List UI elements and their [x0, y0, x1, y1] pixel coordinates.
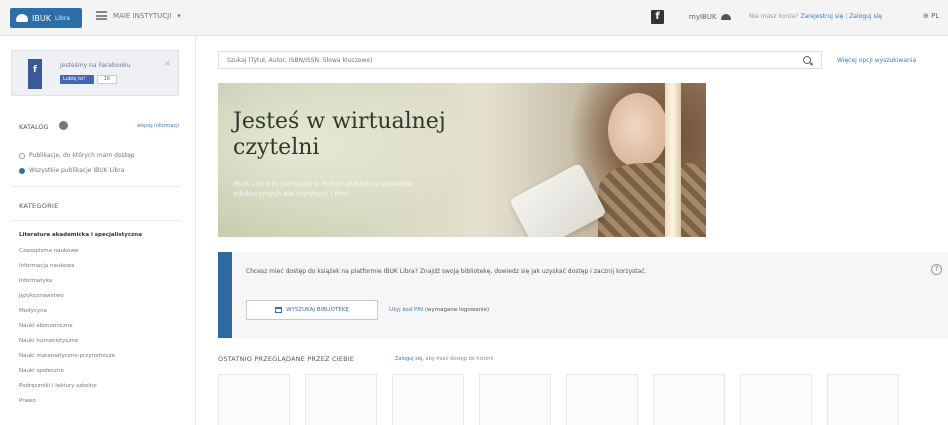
account-links: Nie masz konta? Zarejestruj się | Zalogu… — [749, 13, 882, 20]
category-item[interactable]: Językoznawstwo — [19, 293, 64, 299]
recently-viewed-login-link[interactable]: Zaloguj się, — [395, 356, 424, 362]
language-selector[interactable]: ⊕ PL — [923, 12, 939, 20]
katalog-header: KATALOG więcej informacji — [19, 121, 179, 134]
radio-button[interactable] — [19, 152, 25, 159]
book-placeholder[interactable] — [479, 374, 551, 425]
katalog-heading: KATALOG — [19, 123, 49, 131]
book-placeholder[interactable] — [653, 374, 725, 425]
access-info-message: Chcesz mieć dostęp do książek na platfor… — [246, 268, 647, 275]
no-account-text: Nie masz konta? — [749, 13, 799, 20]
language-label: PL — [931, 12, 940, 20]
recently-viewed-note: aby mieć dostęp do historii — [425, 356, 494, 362]
help-icon[interactable]: ? — [931, 264, 942, 275]
hamburger-icon — [96, 11, 107, 20]
divider — [11, 220, 181, 221]
book-placeholder[interactable] — [392, 374, 464, 425]
facebook-widget-title[interactable]: Jesteśmy na Facebooku — [60, 62, 130, 69]
my-ibuk-link[interactable]: myIBUK — [689, 13, 731, 21]
logo-text: IBUK — [32, 13, 51, 23]
advanced-search-link[interactable]: Więcej opcji wyszukiwania — [837, 57, 916, 64]
book-placeholder[interactable] — [305, 374, 377, 425]
find-library-button[interactable]: WYSZUKAJ BIBLIOTEKĘ — [246, 300, 378, 320]
register-link[interactable]: Zarejestruj się — [800, 13, 843, 20]
my-ibuk-label: myIBUK — [689, 13, 717, 21]
banner-text: IBUK Libra to pierwsza w Polsce platform… — [233, 180, 413, 198]
category-item[interactable]: Nauki matematyczno-przyrodnicze — [19, 353, 115, 359]
top-bar: IBUK Libra MAIE INSTYTUCJI ▾ f myIBUK Ni… — [0, 0, 948, 36]
category-item[interactable]: Medycyna — [19, 308, 47, 314]
chevron-down-icon: ▾ — [177, 11, 181, 20]
book-placeholder[interactable] — [827, 374, 899, 425]
library-icon — [275, 307, 283, 313]
gear-icon[interactable] — [59, 121, 68, 130]
facebook-like-button[interactable]: Lubię to! — [60, 75, 94, 84]
katalog-info-link[interactable]: więcej informacji — [137, 123, 179, 129]
close-icon[interactable]: × — [164, 59, 171, 68]
category-item[interactable]: Czasopisma naukowe — [19, 248, 78, 254]
kategorie-heading: KATEGORIE — [19, 202, 59, 210]
radio-button-selected[interactable] — [19, 167, 25, 174]
banner-heading: Jesteś w wirtualnej czytelni — [233, 109, 446, 160]
category-item[interactable]: Literatura akademicka i specjalistyczna — [19, 232, 142, 238]
institution-menu-button[interactable]: MAIE INSTYTUCJI ▾ — [96, 11, 181, 20]
category-item[interactable]: Podręczniki i lektury szkolne — [19, 383, 97, 389]
category-item[interactable]: Nauki społeczne — [19, 368, 64, 374]
facebook-widget: f Jesteśmy na Facebooku Lubię to! 1K × — [11, 50, 179, 96]
katalog-option-label: Wszystkie publikacje IBUK Libra — [29, 167, 125, 174]
book-placeholder[interactable] — [218, 374, 290, 425]
category-item[interactable]: Informatyka — [19, 278, 52, 284]
login-link[interactable]: Zaloguj się — [849, 13, 882, 20]
pin-link-label[interactable]: Użyj kod PIN — [389, 307, 423, 313]
facebook-like-count: 1K — [97, 75, 117, 84]
facebook-bookmark-icon: f — [28, 59, 42, 89]
find-library-label: WYSZUKAJ BIBLIOTEKĘ — [286, 307, 349, 313]
book-placeholder[interactable] — [740, 374, 812, 425]
cloud-icon — [16, 14, 28, 22]
divider — [11, 186, 181, 187]
category-item[interactable]: Nauki ekonomiczne — [19, 323, 73, 329]
access-info-box: Chcesz mieć dostęp do książek na platfor… — [218, 252, 948, 338]
institution-menu-label: MAIE INSTYTUCJI — [113, 11, 172, 20]
cloud-icon — [720, 14, 731, 20]
pin-code-link[interactable]: Użyj kod PIN (wymagane logowanie) — [389, 307, 489, 313]
search-icon[interactable] — [803, 56, 811, 64]
recently-viewed-heading: OSTATNIO PRZEGLĄDANE PRZEZ CIEBIE — [218, 355, 355, 363]
sidebar: f Jesteśmy na Facebooku Lubię to! 1K × K… — [0, 36, 196, 425]
logo-subtext: Libra — [54, 14, 70, 22]
facebook-icon[interactable]: f — [651, 10, 664, 24]
katalog-option-access[interactable]: Publikacje, do których mam dostęp — [19, 152, 135, 159]
category-item[interactable]: Informacja naukowa — [19, 263, 75, 269]
category-item[interactable]: Nauki humanistyczne — [19, 338, 78, 344]
hero-banner: Jesteś w wirtualnej czytelni IBUK Libra … — [218, 83, 706, 237]
logo[interactable]: IBUK Libra — [10, 8, 82, 28]
separator: | — [845, 13, 848, 20]
woman-photo — [608, 93, 668, 167]
search-input[interactable] — [227, 54, 787, 66]
globe-icon: ⊕ — [923, 12, 929, 20]
category-item[interactable]: Prawo — [19, 398, 36, 404]
book-placeholder[interactable] — [566, 374, 638, 425]
search-bar — [218, 51, 822, 69]
katalog-option-all[interactable]: Wszystkie publikacje IBUK Libra — [19, 167, 124, 174]
pin-link-note: (wymagane logowanie) — [424, 307, 490, 313]
katalog-option-label: Publikacje, do których mam dostęp — [29, 152, 135, 159]
recently-viewed-login: Zaloguj się, aby mieć dostęp do historii — [395, 356, 493, 362]
